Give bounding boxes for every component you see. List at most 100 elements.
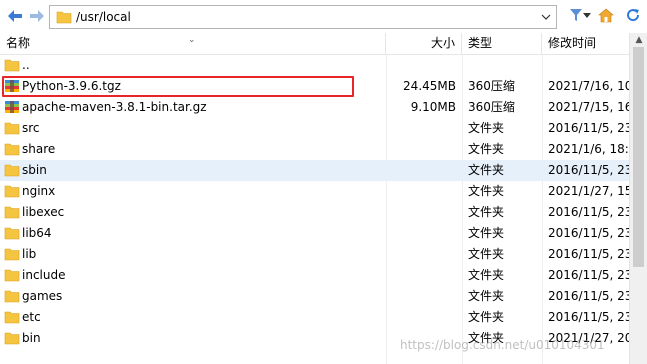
file-name: nginx xyxy=(22,184,56,198)
file-size xyxy=(386,160,456,181)
header-name-label: 名称 xyxy=(6,36,31,50)
header-size[interactable]: 大小 xyxy=(386,33,462,55)
file-browser-window: /usr/local 名称 ⌄ 大小 类型 修改时间 .. Python-3.9… xyxy=(0,0,647,364)
file-size xyxy=(386,223,456,244)
folder-icon xyxy=(4,204,20,220)
file-row[interactable]: lib 文件夹 2016/11/5, 23 xyxy=(0,244,629,265)
file-type: 360压缩 xyxy=(468,100,515,114)
file-size xyxy=(386,202,456,223)
scrollbar-thumb[interactable] xyxy=(633,47,644,267)
file-row[interactable]: sbin 文件夹 2016/11/5, 23 xyxy=(0,160,629,181)
chevron-down-icon xyxy=(541,14,551,20)
file-row[interactable]: src 文件夹 2016/11/5, 23 xyxy=(0,118,629,139)
file-name: .. xyxy=(22,58,30,72)
file-modified: 2021/7/16, 10 xyxy=(548,79,629,93)
file-name: sbin xyxy=(22,163,47,177)
header-name[interactable]: 名称 ⌄ xyxy=(0,33,386,55)
folder-icon xyxy=(4,141,20,157)
caret-down-icon xyxy=(583,12,591,18)
file-name: etc xyxy=(22,310,41,324)
file-row[interactable]: include 文件夹 2016/11/5, 23 xyxy=(0,265,629,286)
folder-icon xyxy=(4,246,20,262)
header-modified[interactable]: 修改时间 xyxy=(542,33,629,55)
file-size xyxy=(386,265,456,286)
file-type: 文件夹 xyxy=(468,184,505,198)
file-type: 文件夹 xyxy=(468,226,505,240)
folder-icon xyxy=(4,288,20,304)
file-modified: 2016/11/5, 23 xyxy=(548,205,629,219)
file-row[interactable]: .. xyxy=(0,55,629,76)
folder-icon xyxy=(4,309,20,325)
file-type: 文件夹 xyxy=(468,268,505,282)
folder-icon xyxy=(4,162,20,178)
file-modified: 2016/11/5, 23 xyxy=(548,247,629,261)
file-row[interactable]: libexec 文件夹 2016/11/5, 23 xyxy=(0,202,629,223)
file-size xyxy=(386,244,456,265)
left-arrow-icon xyxy=(8,10,22,22)
file-type: 文件夹 xyxy=(468,121,505,135)
column-header: 名称 ⌄ 大小 类型 修改时间 xyxy=(0,33,629,55)
file-modified: 2021/1/6, 18:5 xyxy=(548,142,629,156)
header-type[interactable]: 类型 xyxy=(462,33,542,55)
file-row[interactable]: etc 文件夹 2016/11/5, 23 xyxy=(0,307,629,328)
folder-icon xyxy=(4,225,20,241)
file-size xyxy=(386,181,456,202)
refresh-icon xyxy=(627,9,640,22)
folder-icon xyxy=(4,267,20,283)
header-modified-label: 修改时间 xyxy=(548,36,597,50)
file-modified: 2016/11/5, 23 xyxy=(548,268,629,282)
file-name: src xyxy=(22,121,40,135)
home-button[interactable] xyxy=(597,6,615,24)
file-size xyxy=(386,307,456,328)
file-name: share xyxy=(22,142,56,156)
refresh-button[interactable] xyxy=(624,6,642,24)
forward-button[interactable] xyxy=(28,7,46,25)
watermark: https://blog.csdn.net/u010104301 xyxy=(400,338,605,352)
file-type: 文件夹 xyxy=(468,310,505,324)
folder-icon xyxy=(56,9,72,28)
sort-ascending-icon: ⌄ xyxy=(188,35,196,45)
file-name: apache-maven-3.8.1-bin.tar.gz xyxy=(22,100,207,114)
back-button[interactable] xyxy=(6,7,24,25)
file-name: bin xyxy=(22,331,41,345)
path-dropdown-button[interactable] xyxy=(539,10,553,24)
file-modified: 2016/11/5, 23 xyxy=(548,163,629,177)
right-arrow-icon xyxy=(30,10,44,22)
file-type: 文件夹 xyxy=(468,205,505,219)
folder-icon xyxy=(4,120,20,136)
file-modified xyxy=(548,55,629,76)
vertical-scrollbar[interactable]: ▲ xyxy=(629,33,647,364)
file-size xyxy=(386,118,456,139)
folder-icon xyxy=(4,183,20,199)
filter-icon xyxy=(570,9,582,21)
file-name: include xyxy=(22,268,66,282)
file-name: lib64 xyxy=(22,226,52,240)
file-modified: 2016/11/5, 23 xyxy=(548,121,629,135)
header-size-label: 大小 xyxy=(430,36,455,50)
file-type: 360压缩 xyxy=(468,79,515,93)
path-input[interactable]: /usr/local xyxy=(49,5,557,29)
file-modified: 2016/11/5, 23 xyxy=(548,289,629,303)
file-row[interactable]: lib64 文件夹 2016/11/5, 23 xyxy=(0,223,629,244)
file-row[interactable]: apache-maven-3.8.1-bin.tar.gz 9.10MB 360压缩… xyxy=(0,97,629,118)
file-row[interactable]: games 文件夹 2016/11/5, 23 xyxy=(0,286,629,307)
filter-dropdown-button[interactable] xyxy=(582,6,592,24)
file-type: 文件夹 xyxy=(468,142,505,156)
scroll-up-icon[interactable]: ▲ xyxy=(634,35,644,45)
file-size xyxy=(386,286,456,307)
highlight-box xyxy=(2,76,354,97)
file-row[interactable]: nginx 文件夹 2021/1/27, 15 xyxy=(0,181,629,202)
file-name: games xyxy=(22,289,63,303)
file-list: .. Python-3.9.6.tgz 24.45MB 360压缩 2021/7/16,… xyxy=(0,55,629,364)
file-name: libexec xyxy=(22,205,65,219)
toolbar: /usr/local xyxy=(0,0,647,33)
file-size: 24.45MB xyxy=(403,79,456,93)
file-size xyxy=(386,55,456,76)
file-row[interactable]: share 文件夹 2021/1/6, 18:5 xyxy=(0,139,629,160)
file-name: lib xyxy=(22,247,37,261)
file-type: 文件夹 xyxy=(468,289,505,303)
path-text: /usr/local xyxy=(76,10,131,24)
file-type: 文件夹 xyxy=(468,163,505,177)
folder-up-icon xyxy=(4,57,20,73)
header-type-label: 类型 xyxy=(468,36,493,50)
